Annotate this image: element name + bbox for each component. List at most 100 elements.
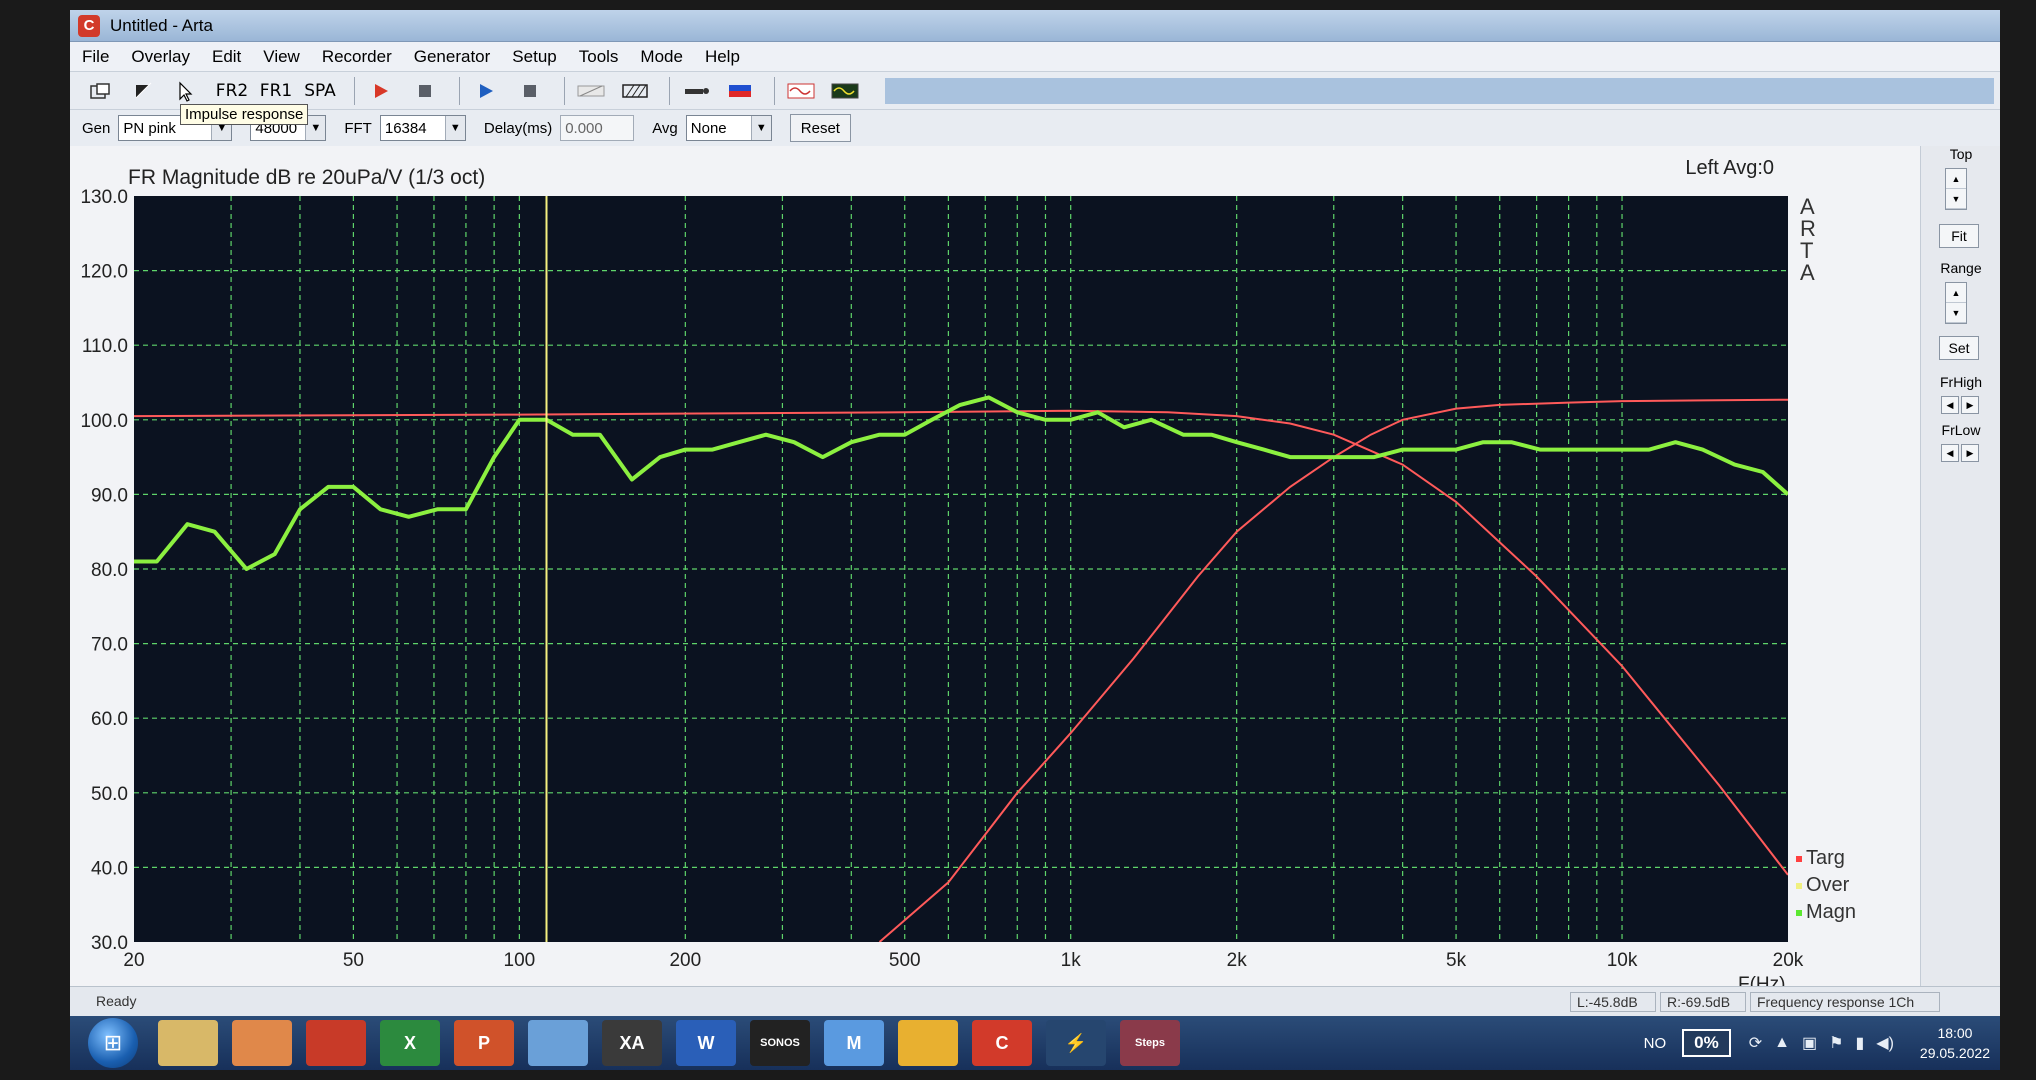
chevron-down-icon: ▼	[444, 116, 465, 140]
set-button[interactable]: Set	[1939, 336, 1979, 360]
delay-input[interactable]: 0.000	[560, 115, 635, 141]
x-tick-label: 100	[504, 950, 536, 971]
network-icon[interactable]: ▣	[1802, 1033, 1817, 1053]
reset-button[interactable]: Reset	[789, 114, 851, 142]
language-indicator[interactable]: NO	[1644, 1035, 1667, 1052]
top-label: Top	[1949, 146, 1973, 162]
top-spinner[interactable]: ▲ ▼	[1945, 168, 1967, 210]
y-tick-label: 90.0	[91, 485, 128, 506]
flag-icon[interactable]	[722, 76, 758, 106]
left-level: L:-45.8dB	[1570, 992, 1656, 1012]
fft-select[interactable]: 16384 ▼	[379, 115, 466, 141]
taskbar-app-bolt-icon[interactable]: ⚡	[1046, 1020, 1106, 1066]
taskbar-app-media-icon[interactable]	[232, 1020, 292, 1066]
y-tick-label: 70.0	[91, 635, 128, 656]
frlow-right-icon[interactable]: ▶	[1961, 444, 1979, 462]
main-area: 130.0 120.0 110.0 100.0 90.0 80.0 70.0 60.0 50.0…	[70, 146, 2000, 986]
calibrate-icon[interactable]	[573, 76, 609, 106]
scope-icon[interactable]	[827, 76, 863, 106]
menu-edit[interactable]: Edit	[210, 45, 243, 69]
clock[interactable]: 18:00 29.05.2022	[1920, 1023, 1990, 1063]
arta-brand-letter: A	[1800, 260, 1815, 285]
menu-view[interactable]: View	[261, 45, 302, 69]
x-axis-label: F(Hz)	[1738, 974, 1785, 986]
menu-mode[interactable]: Mode	[638, 45, 685, 69]
probe-icon[interactable]	[678, 76, 714, 106]
menu-setup[interactable]: Setup	[510, 45, 558, 69]
taskbar-app-explorer-icon[interactable]	[158, 1020, 218, 1066]
impulse-response-icon[interactable]	[170, 76, 206, 106]
taskbar-app-steps-icon[interactable]: Steps	[1120, 1020, 1180, 1066]
fit-button[interactable]: Fit	[1939, 224, 1979, 248]
avg-value: None	[690, 119, 727, 137]
arta-app-icon: C	[78, 14, 100, 37]
status-ready: Ready	[96, 993, 137, 1009]
menu-tools[interactable]: Tools	[577, 45, 621, 69]
taskbar-app-m-app-icon[interactable]: M	[824, 1020, 884, 1066]
play-icon[interactable]	[468, 76, 504, 106]
volume-icon[interactable]: ◀)	[1876, 1033, 1894, 1053]
spin-up-icon[interactable]: ▲	[1946, 283, 1966, 303]
channel-info: Left Avg:0	[1685, 157, 1774, 179]
sync-icon[interactable]: ⟳	[1749, 1033, 1762, 1053]
taskbar-app-yellow-app-icon[interactable]	[898, 1020, 958, 1066]
toolbar-separator	[564, 76, 565, 105]
frhigh-right-icon[interactable]: ▶	[1961, 396, 1979, 414]
open-file-icon[interactable]	[82, 76, 118, 106]
x-tick-label: 10k	[1607, 950, 1638, 971]
right-control-panel: Top ▲ ▼ Fit Range ▲ ▼ Set FrHigh ◀ ▶ FrL…	[1920, 146, 2000, 986]
avg-select[interactable]: None ▼	[685, 115, 772, 141]
battery-icon[interactable]: ▮	[1855, 1033, 1864, 1053]
hatch-icon[interactable]	[617, 76, 653, 106]
stop-icon[interactable]	[512, 76, 548, 106]
impulse-response-tooltip: Impulse response	[180, 104, 309, 125]
taskbar-app-tool-red-icon[interactable]	[306, 1020, 366, 1066]
legend-swatch	[1796, 910, 1802, 916]
tray-expand-icon[interactable]: ▲	[1774, 1034, 1790, 1052]
range-spinner[interactable]: ▲ ▼	[1945, 282, 1967, 324]
system-tray: NO 0% ⟳ ▲ ▣ ⚑ ▮ ◀) 18:00 29.05.2022	[1644, 1016, 1990, 1070]
taskbar-app-word-icon[interactable]: W	[676, 1020, 736, 1066]
taskbar-app-arta-icon[interactable]: C	[972, 1020, 1032, 1066]
frlow-left-icon[interactable]: ◀	[1941, 444, 1959, 462]
record-icon[interactable]	[363, 76, 399, 106]
spin-down-icon[interactable]: ▼	[1946, 189, 1966, 209]
percent-indicator[interactable]: 0%	[1682, 1029, 1731, 1057]
frequency-response-chart[interactable]: 130.0 120.0 110.0 100.0 90.0 80.0 70.0 60.0 50.0…	[70, 146, 1920, 986]
menu-generator[interactable]: Generator	[412, 45, 493, 69]
waveform-icon[interactable]	[783, 76, 819, 106]
fft-value: 16384	[384, 119, 427, 137]
frhigh-left-icon[interactable]: ◀	[1941, 396, 1959, 414]
y-tick-label: 110.0	[82, 336, 128, 357]
legend-swatch	[1796, 856, 1802, 862]
save-file-icon[interactable]	[126, 76, 162, 106]
fft-label: FFT	[344, 119, 372, 137]
generator-value: PN pink	[123, 119, 176, 137]
menu-file[interactable]: File	[80, 45, 111, 69]
menu-help[interactable]: Help	[703, 45, 742, 69]
action-center-flag-icon[interactable]: ⚑	[1829, 1033, 1843, 1053]
toolbar: FR2 FR1 SPA	[70, 72, 2000, 110]
taskbar-app-excel-icon[interactable]: X	[380, 1020, 440, 1066]
title-bar: C Untitled - Arta	[70, 10, 2000, 42]
fr1-button[interactable]: FR1	[258, 76, 294, 106]
x-tick-label: 20k	[1773, 950, 1804, 971]
range-label: Range	[1940, 260, 1982, 276]
taskbar-app-sonos-icon[interactable]: SONOS	[750, 1020, 810, 1066]
fr2-button[interactable]: FR2	[214, 76, 250, 106]
menu-overlay[interactable]: Overlay	[129, 45, 192, 69]
start-button[interactable]: ⊞	[88, 1018, 138, 1068]
stop-record-icon[interactable]	[407, 76, 443, 106]
clock-date: 29.05.2022	[1919, 1045, 1990, 1061]
taskbar-app-powerpoint-icon[interactable]: P	[454, 1020, 514, 1066]
spin-down-icon[interactable]: ▼	[1946, 303, 1966, 323]
taskbar-app-xa-icon[interactable]: XA	[602, 1020, 662, 1066]
spa-button[interactable]: SPA	[302, 76, 338, 106]
frlow-label: FrLow	[1941, 422, 1981, 438]
spin-up-icon[interactable]: ▲	[1946, 169, 1966, 189]
menu-bar: File Overlay Edit View Recorder Generato…	[70, 42, 2000, 72]
avg-label: Avg	[652, 119, 678, 137]
legend-targ: Targ	[1806, 847, 1845, 869]
menu-recorder[interactable]: Recorder	[320, 45, 394, 69]
taskbar-app-dvd-icon[interactable]	[528, 1020, 588, 1066]
